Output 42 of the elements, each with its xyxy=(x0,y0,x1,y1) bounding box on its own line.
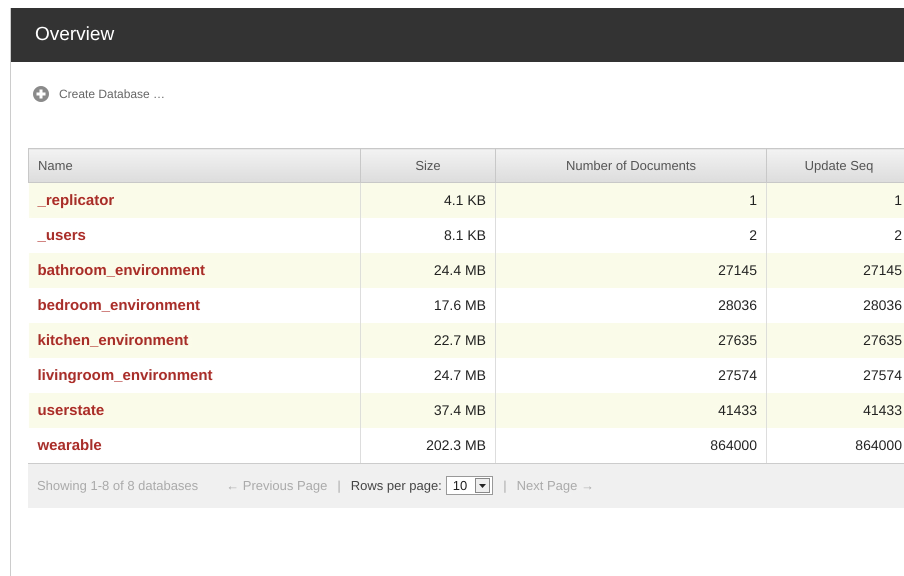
database-link[interactable]: _users xyxy=(38,226,86,244)
table-cell: 27574 xyxy=(496,358,766,392)
database-link[interactable]: _replicator xyxy=(38,192,114,209)
table-cell: 4.1 KB xyxy=(360,182,496,218)
database-link[interactable]: wearable xyxy=(38,436,102,454)
table-cell: 24.7 MB xyxy=(360,358,496,392)
table-cell: 2 xyxy=(766,218,904,252)
table-cell: 8.1 KB xyxy=(360,218,496,252)
rows-per-page-dropdown[interactable]: 10 xyxy=(446,476,494,495)
table-cell: 27145 xyxy=(496,252,766,288)
table-cell: 864000 xyxy=(496,428,766,462)
column-header[interactable]: Number of Documents xyxy=(496,148,766,182)
separator: | xyxy=(503,478,507,493)
database-link[interactable]: livingroom_environment xyxy=(38,366,213,384)
table-cell: 41433 xyxy=(496,392,766,428)
table-cell: 2 xyxy=(496,218,766,252)
column-header[interactable]: Update Seq xyxy=(766,148,904,182)
table-cell: 41433 xyxy=(766,392,904,428)
table-cell: 1 xyxy=(496,182,766,218)
table-cell: 22.7 MB xyxy=(360,322,496,358)
table-cell: 28036 xyxy=(766,288,904,322)
table-cell: 864000 xyxy=(766,428,904,462)
table-cell: 24.4 MB xyxy=(360,252,496,288)
create-database-link[interactable]: Create Database … xyxy=(33,86,166,102)
pagination-summary: Showing 1-8 of 8 databases xyxy=(37,478,198,493)
table-cell: 28036 xyxy=(496,288,766,322)
table-cell: 37.4 MB xyxy=(360,392,496,428)
rows-per-page-label: Rows per page: xyxy=(350,478,442,493)
database-link[interactable]: userstate xyxy=(38,402,104,418)
table-cell: 27574 xyxy=(766,358,904,392)
table-cell: 202.3 MB xyxy=(360,428,496,462)
table-cell: 1 xyxy=(766,182,904,218)
table-cell: 27635 xyxy=(496,322,766,358)
table-cell: 17.6 MB xyxy=(360,288,496,322)
table-cell: 27635 xyxy=(766,322,904,358)
page-title: Overview xyxy=(35,24,114,46)
table-cell: 27145 xyxy=(766,252,904,288)
database-link[interactable]: bedroom_environment xyxy=(38,296,200,314)
add-icon xyxy=(33,86,49,102)
separator: | xyxy=(337,478,341,493)
column-header[interactable]: Size xyxy=(360,148,496,182)
column-header[interactable]: Name xyxy=(28,148,360,182)
